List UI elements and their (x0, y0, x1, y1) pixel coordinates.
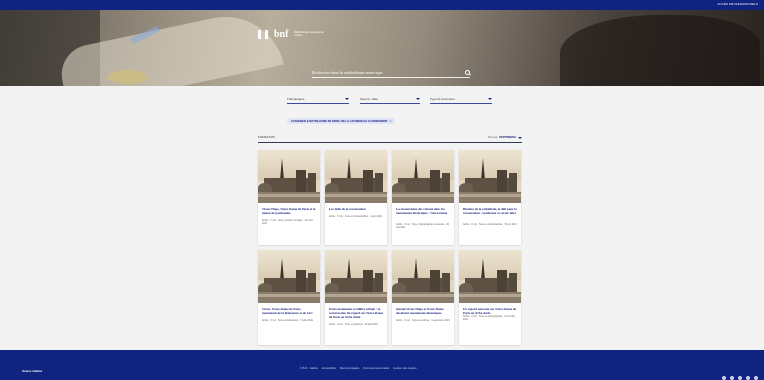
filter-label: Type de document (430, 97, 455, 101)
footer-link[interactable]: Accessibilité (322, 367, 336, 370)
professional-access-link[interactable]: ACCÈS PROFESSIONNELS (717, 2, 758, 6)
close-icon[interactable]: × (390, 119, 392, 123)
result-card[interactable]: Quand Victor Hugo et Notre-Dame devinren… (392, 250, 454, 345)
card-title[interactable]: Entre monument et édifice urbain : la co… (329, 307, 383, 319)
card-thumbnail (325, 250, 387, 303)
result-card[interactable]: Les défis de la restauration Article · 5… (325, 150, 387, 245)
filter-label: Source / date (360, 97, 378, 101)
chevron-down-icon (518, 136, 522, 139)
result-card[interactable]: Histoire de la cathédrale, le défi pour … (459, 150, 521, 245)
search-input[interactable]: Rechercher dans la médiathèque numérique (312, 70, 465, 75)
footer-link[interactable]: © BnF · Gallica (300, 367, 318, 370)
card-meta: Article · 6 min · Texte, photographies e… (396, 224, 449, 229)
hero-photo-gold-detail (108, 70, 148, 84)
card-thumbnail (325, 150, 387, 203)
chevron-down-icon (345, 98, 349, 100)
result-card[interactable]: Victor Hugo, Notre-Dame de Paris et la n… (258, 150, 320, 245)
card-title[interactable]: Les défis de la restauration (329, 207, 383, 212)
card-thumbnail (392, 250, 454, 303)
card-meta: Article · 9 min · Texte et gravures · 28… (329, 324, 379, 326)
search-icon[interactable] (465, 69, 470, 75)
republique-francaise-icon (258, 29, 268, 39)
facebook-icon[interactable] (722, 376, 726, 380)
card-meta: Article · 8 min · Texte et photographies… (463, 224, 517, 226)
chevron-down-icon (416, 98, 420, 100)
footer-link[interactable]: Données personnelles (363, 367, 389, 370)
result-card[interactable]: La restauration des vitraux dans les mon… (392, 150, 454, 245)
sort-control[interactable]: Trier par PERTINENCE (430, 136, 522, 139)
card-meta: Article · 4 min · Texte et photographies… (463, 316, 516, 321)
result-card[interactable]: Entre monument et édifice urbain : la co… (325, 250, 387, 345)
filter-themes[interactable]: Thématiques (287, 95, 349, 104)
social-links (722, 376, 758, 380)
hero-photo-restorer (560, 15, 760, 86)
instagram-icon[interactable] (738, 376, 742, 380)
result-card[interactable]: Victor, Notre-Dame de Paris, monument de… (258, 250, 320, 345)
card-thumbnail (459, 150, 521, 203)
active-filter-tag[interactable]: CATHÉDRALE NOTRE-DAME DE PARIS, DE LA CA… (287, 118, 396, 124)
card-title[interactable]: Histoire de la cathédrale, le défi pour … (463, 207, 517, 216)
footer-links: © BnF · Gallica Accessibilité Mentions l… (300, 367, 417, 370)
card-title[interactable]: Victor, Notre-Dame de Paris, monument de… (262, 307, 316, 316)
footer-follow-label[interactable]: Suivez Gallica (22, 369, 42, 373)
active-filter-tag-label: CATHÉDRALE NOTRE-DAME DE PARIS, DE LA CA… (291, 119, 388, 123)
youtube-icon[interactable] (746, 376, 750, 380)
main-content: Thématiques Source / date Type de docume… (0, 86, 764, 350)
footer: Suivez Gallica © BnF · Gallica Accessibi… (0, 350, 764, 380)
footer-link[interactable]: Mentions légales (340, 367, 359, 370)
results-divider (258, 141, 522, 143)
card-meta: Article · 5 min · Texte et illustrations… (262, 320, 314, 322)
linkedin-icon[interactable] (754, 376, 758, 380)
search-bar[interactable]: Rechercher dans la médiathèque numérique (312, 67, 470, 78)
filter-label: Thématiques (287, 97, 305, 101)
card-thumbnail (392, 150, 454, 203)
card-title[interactable]: Victor Hugo, Notre-Dame de Paris et la n… (262, 207, 316, 216)
card-title[interactable]: Un regard nouveau sur Notre-Dame de Pari… (463, 307, 517, 316)
card-thumbnail (258, 250, 320, 303)
card-thumbnail (258, 150, 320, 203)
result-card[interactable]: Un regard nouveau sur Notre-Dame de Pari… (459, 250, 521, 345)
card-title[interactable]: Quand Victor Hugo et Notre-Dame devinren… (396, 307, 450, 316)
brand-wordmark: bnf (274, 28, 289, 40)
footer-link[interactable]: Gestion des cookies (393, 367, 416, 370)
card-meta: Article · 6 min · Texte et archives · 9 … (396, 320, 450, 322)
top-bar: ACCÈS PROFESSIONNELS (0, 0, 764, 10)
brand-subtitle: Bibliothèque nationale de France (294, 30, 324, 37)
card-thumbnail (459, 250, 521, 303)
site-logo[interactable]: bnf Bibliothèque nationale de France (258, 28, 324, 40)
sort-value[interactable]: PERTINENCE (499, 136, 516, 139)
sort-label: Trier par (487, 136, 498, 139)
filter-source-date[interactable]: Source / date (360, 95, 420, 104)
hero-banner: bnf Bibliothèque nationale de France Rec… (0, 10, 764, 86)
result-count: 8 RÉSULTATS (258, 136, 275, 139)
chevron-down-icon (488, 98, 492, 100)
filter-document-type[interactable]: Type de document (430, 95, 492, 104)
card-meta: Article · 5 min · Texte et photographies… (329, 216, 383, 218)
twitter-icon[interactable] (730, 376, 734, 380)
card-title[interactable]: La restauration des vitraux dans les mon… (396, 207, 450, 216)
card-meta: Article · 7 min · Texte, portrait et ima… (262, 220, 313, 225)
